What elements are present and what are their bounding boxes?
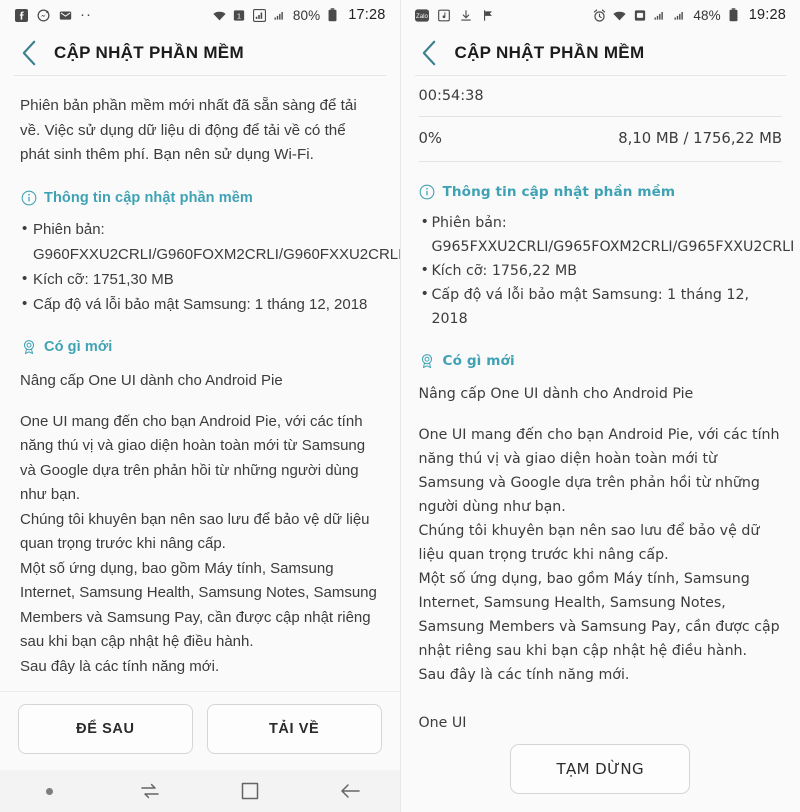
left-info-section-title: Thông tin cập nhật phần mềm	[44, 190, 253, 206]
download-progress-block: 00:54:38 0% 8,10 MB / 1756,22 MB	[418, 76, 783, 162]
left-intro-text: Phiên bản phần mềm mới nhất đã sẵn sàng …	[20, 97, 357, 163]
right-whatsnew-section-title: Có gì mới	[442, 353, 515, 370]
left-button-bar: ĐỂ SAU TẢI VỀ	[0, 691, 400, 770]
sim1-icon: 1	[232, 8, 247, 23]
svg-text:1: 1	[237, 11, 241, 20]
right-status-bar: Zalo 48% 19:28	[400, 0, 800, 30]
right-info-section-header: Thông tin cập nhật phần mềm	[419, 184, 783, 201]
info-circle-icon	[20, 190, 37, 207]
swap-arrows-icon[interactable]	[100, 781, 200, 801]
progress-divider-bottom	[418, 160, 782, 162]
right-whatsnew-lead: Nâng cấp One UI dành cho Android Pie	[418, 385, 694, 402]
list-item: Kích cỡ: 1756,22 MB	[419, 258, 783, 283]
svg-text:Zalo: Zalo	[416, 13, 428, 20]
left-info-bullets: Phiên bản: G960FXXU2CRLI/G960FOXM2CRLI/G…	[20, 216, 400, 317]
left-status-notification-icons: ··	[14, 6, 92, 23]
info-circle-icon	[419, 184, 436, 201]
page-title: CẬP NHẬT PHẦN MỀM	[454, 42, 645, 62]
left-whatsnew-lead: Nâng cấp One UI dành cho Android Pie	[20, 371, 283, 389]
list-item: Cấp độ vá lỗi bảo mật Samsung: 1 tháng 1…	[419, 282, 783, 331]
list-item: Kích cỡ: 1751,30 MB	[20, 266, 380, 292]
elapsed-time-label: 00:54:38	[418, 87, 484, 104]
left-status-system-icons: 1 80% 17:28	[212, 7, 386, 23]
right-whatsnew-section-header: Có gì mới	[419, 353, 783, 370]
clock-label: 17:28	[348, 7, 386, 23]
later-button[interactable]: ĐỂ SAU	[18, 704, 193, 754]
note-icon	[437, 8, 452, 23]
home-dot-icon[interactable]	[0, 787, 100, 795]
flag-icon	[481, 8, 496, 23]
alarm-icon	[592, 8, 607, 23]
wifi-icon	[212, 8, 227, 23]
progress-divider-top	[418, 115, 782, 117]
battery-percent-label: 80%	[292, 7, 321, 23]
dual-screenshot-comparison: ·· 1 80% 17:28 CẬP NHẬT PHẦN MỀM Phiên b…	[0, 0, 800, 812]
right-button-bar: TẠM DỪNG	[400, 734, 800, 812]
left-whatsnew-section-title: Có gì mới	[44, 339, 113, 355]
left-content-scroll[interactable]: Phiên bản phần mềm mới nhất đã sẵn sàng …	[0, 76, 400, 691]
progress-row: 0% 8,10 MB / 1756,22 MB	[419, 130, 783, 147]
page-title: CẬP NHẬT PHẦN MỀM	[54, 42, 244, 62]
right-info-bullets: Phiên bản: G965FXXU2CRLI/G965FOXM2CRLI/G…	[419, 210, 794, 331]
recents-square-icon[interactable]	[200, 781, 300, 801]
right-phone-screen: Zalo 48% 19:28 CẬP NHẬT PHẦN MỀM 00:54:3…	[399, 0, 800, 812]
back-chevron-icon[interactable]	[12, 36, 46, 70]
wifi-icon	[612, 8, 627, 23]
back-chevron-icon[interactable]	[413, 36, 447, 70]
clock-label: 19:28	[748, 7, 786, 23]
right-whatsnew-body: One UI mang đến cho bạn Android Pie, với…	[418, 426, 780, 731]
right-status-system-icons: 48% 19:28	[592, 7, 786, 23]
list-item: Phiên bản: G965FXXU2CRLI/G965FOXM2CRLI/G…	[419, 210, 794, 259]
signal2-icon	[272, 8, 287, 23]
left-phone-screen: ·· 1 80% 17:28 CẬP NHẬT PHẦN MỀM Phiên b…	[0, 0, 400, 812]
download-button[interactable]: TẢI VỀ	[206, 704, 382, 754]
progress-percent-label: 0%	[418, 129, 442, 147]
pause-button[interactable]: TẠM DỪNG	[510, 744, 691, 794]
left-whatsnew-body: One UI mang đến cho bạn Android Pie, với…	[20, 412, 377, 675]
signal2-icon	[672, 8, 687, 23]
download-icon	[459, 8, 474, 23]
back-arrow-icon[interactable]	[300, 781, 400, 801]
zalo-icon: Zalo	[415, 8, 430, 23]
list-item: Phiên bản: G960FXXU2CRLI/G960FOXM2CRLI/G…	[20, 216, 400, 267]
android-navigation-bar	[0, 770, 400, 812]
left-info-section-header: Thông tin cập nhật phần mềm	[20, 190, 380, 207]
award-badge-icon	[20, 339, 37, 356]
progress-size-label: 8,10 MB / 1756,22 MB	[618, 129, 782, 147]
more-dots-icon: ··	[80, 6, 92, 23]
facebook-icon	[14, 8, 29, 23]
list-item: Cấp độ vá lỗi bảo mật Samsung: 1 tháng 1…	[20, 291, 380, 317]
messenger-icon	[36, 8, 51, 23]
signal-icon	[252, 8, 267, 23]
battery-icon	[726, 8, 741, 23]
left-app-bar: CẬP NHẬT PHẦN MỀM	[0, 30, 400, 75]
award-badge-icon	[419, 353, 436, 370]
battery-percent-label: 48%	[693, 7, 721, 23]
left-status-bar: ·· 1 80% 17:28	[0, 0, 400, 30]
sim-icon	[632, 8, 647, 23]
signal-icon	[652, 8, 667, 23]
left-whatsnew-section-header: Có gì mới	[20, 339, 380, 356]
battery-icon	[325, 8, 340, 23]
mail-icon	[58, 8, 73, 23]
right-content-scroll[interactable]: 00:54:38 0% 8,10 MB / 1756,22 MB Thông t…	[401, 76, 800, 734]
right-status-notification-icons: Zalo	[415, 8, 496, 23]
right-app-bar: CẬP NHẬT PHẦN MỀM	[400, 30, 800, 75]
right-info-section-title: Thông tin cập nhật phần mềm	[442, 184, 676, 201]
